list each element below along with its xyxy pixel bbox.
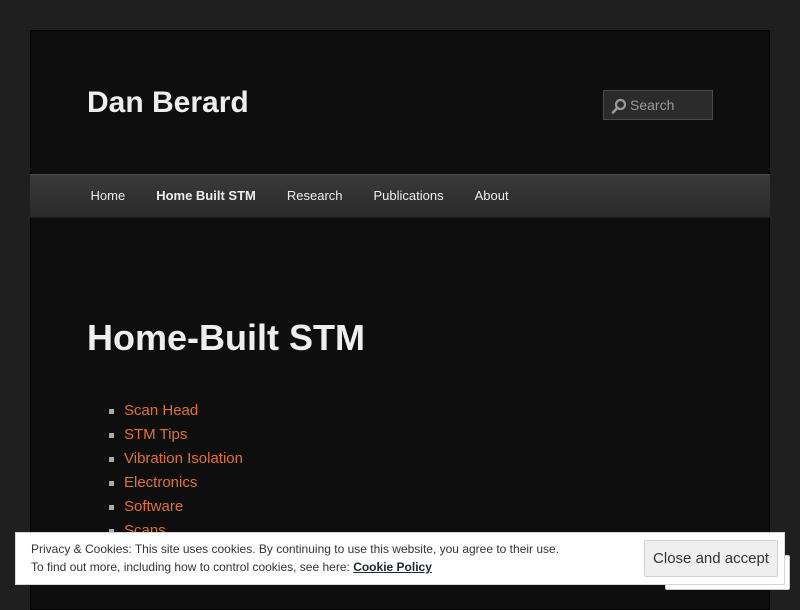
list-item: Electronics xyxy=(109,471,243,495)
page-container: Dan Berard Home Home Built STM Research … xyxy=(30,30,770,610)
list-item: Scan Head xyxy=(109,399,243,423)
link-electronics[interactable]: Electronics xyxy=(124,474,197,491)
cookie-policy-link[interactable]: Cookie Policy xyxy=(353,560,432,574)
search-box[interactable] xyxy=(603,90,713,120)
nav-link-home-built-stm[interactable]: Home Built STM xyxy=(141,175,272,217)
main-navigation: Home Home Built STM Research Publication… xyxy=(30,174,770,218)
nav-link-about[interactable]: About xyxy=(459,175,524,217)
close-and-accept-button[interactable]: Close and accept xyxy=(644,540,778,577)
search-icon xyxy=(611,98,627,114)
list-item: Software xyxy=(109,495,243,519)
cookie-line-2-prefix: To find out more, including how to contr… xyxy=(31,560,350,574)
nav-item-research: Research xyxy=(271,175,358,217)
nav-link-publications[interactable]: Publications xyxy=(358,175,459,217)
nav-item-home-built-stm: Home Built STM xyxy=(141,175,272,217)
nav-link-research[interactable]: Research xyxy=(271,175,358,217)
link-stm-tips[interactable]: STM Tips xyxy=(124,426,187,443)
cookie-line-2: To find out more, including how to contr… xyxy=(31,558,559,576)
link-vibration-isolation[interactable]: Vibration Isolation xyxy=(124,450,243,467)
nav-link-home[interactable]: Home xyxy=(75,175,141,217)
stm-link-list: Scan Head STM Tips Vibration Isolation E… xyxy=(109,399,243,543)
cookie-text: Privacy & Cookies: This site uses cookie… xyxy=(31,540,559,576)
cookie-banner: Privacy & Cookies: This site uses cookie… xyxy=(15,532,785,585)
cookie-line-1: Privacy & Cookies: This site uses cookie… xyxy=(31,542,560,556)
link-software[interactable]: Software xyxy=(124,498,183,515)
search-input[interactable] xyxy=(630,91,710,119)
list-item: Vibration Isolation xyxy=(109,447,243,471)
nav-item-publications: Publications xyxy=(358,175,459,217)
page-title: Home-Built STM xyxy=(87,317,365,358)
list-item: STM Tips xyxy=(109,423,243,447)
site-title[interactable]: Dan Berard xyxy=(87,88,249,118)
link-scan-head[interactable]: Scan Head xyxy=(124,402,198,419)
nav-item-about: About xyxy=(459,175,524,217)
nav-item-home: Home xyxy=(75,175,141,217)
